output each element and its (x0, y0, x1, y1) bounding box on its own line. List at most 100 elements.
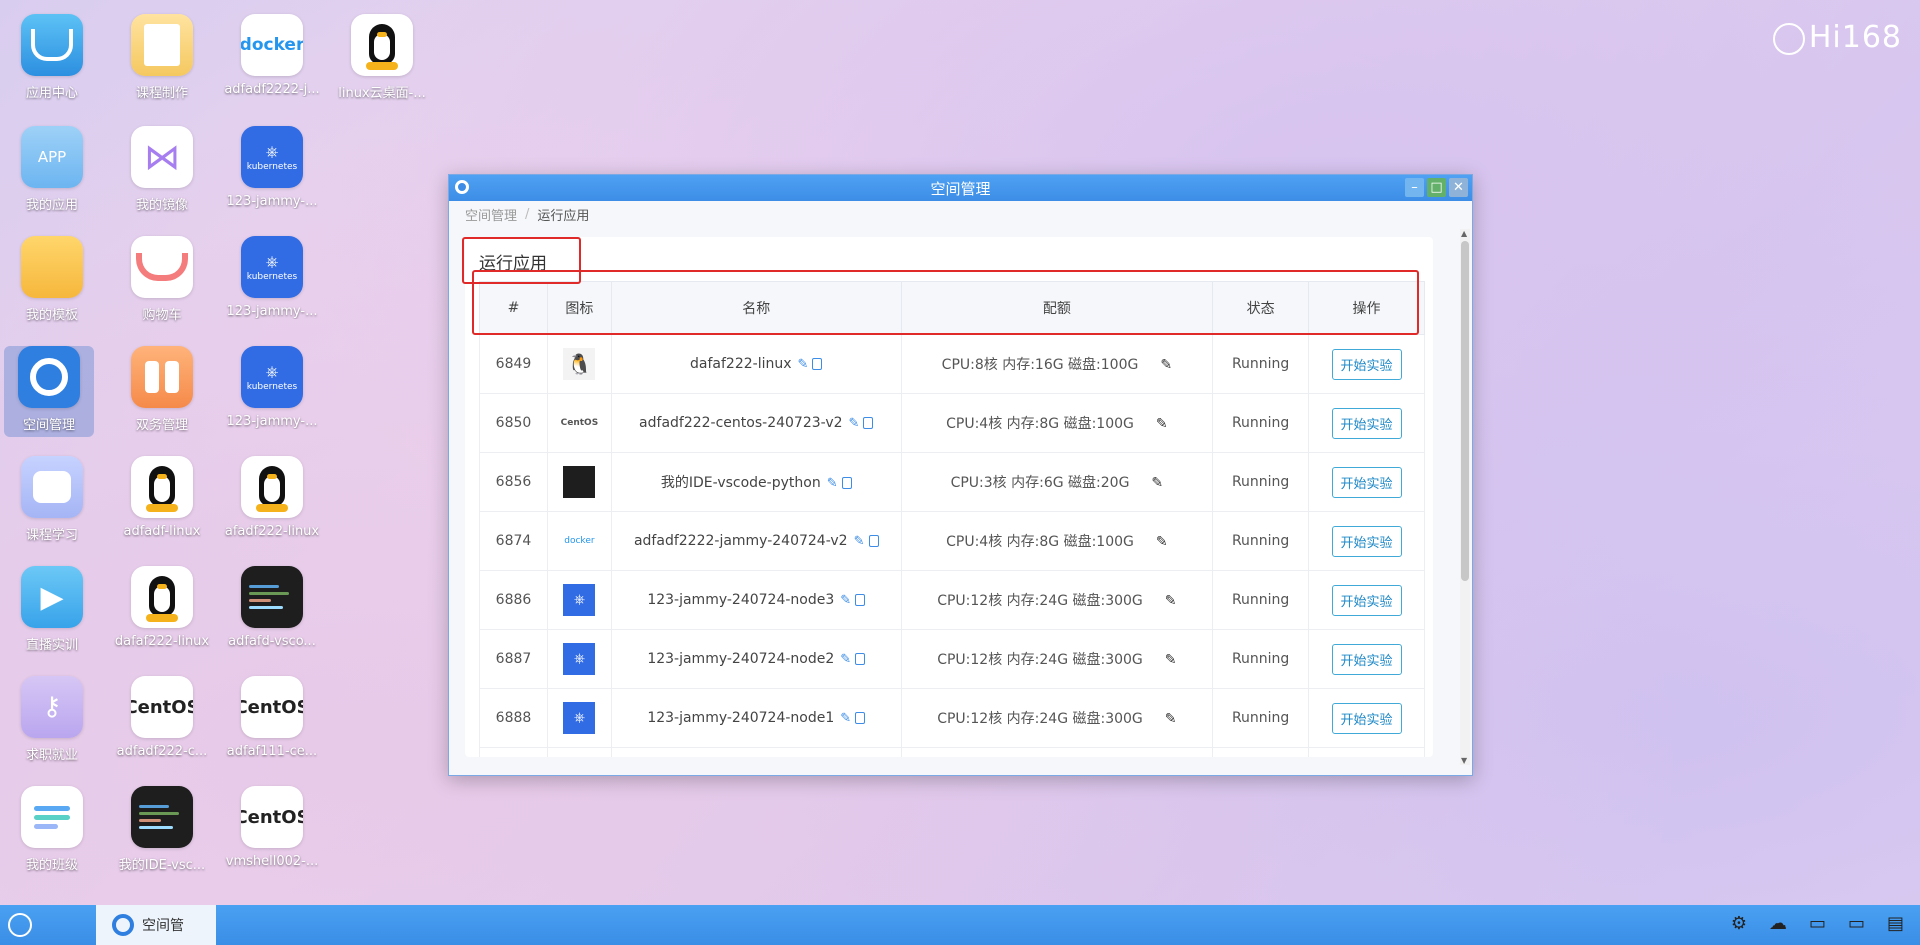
start-experiment-button[interactable]: 开始实验 (1331, 466, 1402, 498)
edit-quota-icon[interactable]: ✎ (1151, 475, 1163, 491)
start-experiment-button[interactable]: 开始实验 (1331, 407, 1402, 439)
desktop-icon-job-hunting[interactable]: ⚷ 求职就业 (0, 676, 104, 763)
desktop-icon-app-center[interactable]: 应用中心 (0, 14, 104, 101)
desktop-icon-my-images[interactable]: ⋈ 我的镜像 (110, 126, 214, 213)
edit-name-icon[interactable]: ✎ (840, 593, 851, 608)
row-id: 6856 (479, 452, 548, 512)
edit-quota-icon[interactable]: ✎ (1156, 416, 1168, 432)
copy-icon[interactable] (855, 712, 866, 724)
tux-icon (131, 566, 193, 628)
row-name: adfadf222-centos-240723-v2 (639, 415, 843, 431)
window-titlebar[interactable]: 空间管理 – □ ✕ (449, 175, 1472, 201)
taskbar-item-space-management[interactable]: 空间管 (96, 905, 216, 945)
edit-quota-icon[interactable]: ✎ (1156, 534, 1168, 550)
scrollbar-thumb[interactable] (1461, 241, 1469, 581)
desktop-icon-afadf222-linux[interactable]: afadf222-linux (220, 456, 324, 539)
row-name-cell: dafaf222-linux ✎ (610, 334, 902, 394)
breadcrumb-root[interactable]: 空间管理 (465, 205, 517, 224)
desktop-icon-123-jammy-b[interactable]: ⎈ kubernetes 123-jammy-... (220, 236, 324, 319)
row-action-cell: 开始实验 (1308, 334, 1425, 394)
row-status: Running (1212, 393, 1310, 453)
start-experiment-button[interactable]: 开始实验 (1331, 702, 1402, 734)
row-icon: 🐧 (546, 747, 612, 757)
space-management-window: 空间管理 – □ ✕ 空间管理 / 运行应用 运行应用 # 图标 名称 配额 状… (448, 174, 1473, 776)
edit-quota-icon[interactable]: ✎ (1160, 357, 1172, 373)
desktop-icon-my-ide-vscode[interactable]: 我的IDE-vsc... (110, 786, 214, 873)
docker-icon: docker (564, 536, 595, 546)
desktop-icon-live-training[interactable]: ▶ 直播实训 (0, 566, 104, 653)
kubernetes-icon: ⎈ (549, 702, 610, 734)
desktop-icon-vmshell002[interactable]: CentOS vmshell002-... (220, 786, 324, 869)
docker-icon: docker (241, 14, 303, 76)
desktop-icon-course-making[interactable]: 课程制作 (110, 14, 214, 101)
edit-name-icon[interactable]: ✎ (840, 652, 851, 667)
copy-icon[interactable] (841, 477, 852, 489)
desktop-icon-adfadf2222-docker[interactable]: docker adfadf2222-j... (220, 14, 324, 97)
minimize-button[interactable]: – (1405, 178, 1424, 197)
pause-icon (131, 346, 193, 408)
notification-icon[interactable]: ▤ (1887, 913, 1904, 934)
row-icon: docker (546, 511, 612, 571)
row-name: adfadf2222-jammy-240724-v2 (633, 533, 848, 549)
row-status: Running (1212, 511, 1310, 571)
header-highlight-box (472, 270, 1419, 335)
desktop-icon-dual-management[interactable]: 双务管理 (110, 346, 214, 433)
desktop-icon-adfadf222-centos[interactable]: CentOS adfadf222-c... (110, 676, 214, 759)
desktop-icon-linux-cloud-desktop[interactable]: linux云桌面-... (330, 14, 434, 101)
start-experiment-button[interactable]: 开始实验 (1331, 643, 1402, 675)
edit-name-icon[interactable]: ✎ (840, 711, 851, 726)
scroll-down-icon[interactable]: ▼ (1461, 756, 1467, 765)
copy-icon[interactable] (868, 535, 879, 547)
row-quota-cell: CPU:12核 内存:24G 磁盘:300G ✎ (900, 688, 1214, 748)
row-icon: ⎈ (546, 570, 612, 630)
desktop-icon-123-jammy-a[interactable]: ⎈ kubernetes 123-jammy-... (220, 126, 324, 209)
edit-name-icon[interactable]: ✎ (854, 534, 865, 549)
desktop-icon-my-apps[interactable]: APP 我的应用 (0, 126, 104, 213)
maximize-button[interactable]: □ (1427, 178, 1446, 197)
row-action-cell: 开始实验 (1308, 511, 1425, 571)
desktop-icon-space-management[interactable]: 空间管理 (4, 346, 94, 437)
edit-name-icon[interactable]: ✎ (827, 476, 838, 491)
start-experiment-button[interactable]: 开始实验 (1331, 525, 1402, 557)
start-experiment-button[interactable]: 开始实验 (1331, 584, 1402, 616)
window-scrollbar[interactable]: ▲ ▼ (1460, 229, 1470, 765)
row-quota-cell: CPU:8核 内存:16G 磁盘:100G ✎ (900, 334, 1214, 394)
notebook-icon (131, 14, 193, 76)
edit-quota-icon[interactable]: ✎ (1165, 711, 1177, 727)
desktop-icon-123-jammy-c[interactable]: ⎈ kubernetes 123-jammy-... (220, 346, 324, 429)
table-row: 6856 我的IDE-vscode-python ✎ CPU:3核 内存:6G 磁盘:… (479, 452, 1425, 512)
desktop-icon-my-class[interactable]: 我的班级 (0, 786, 104, 873)
edit-quota-icon[interactable]: ✎ (1165, 652, 1177, 668)
desktop-icon-course-study[interactable]: 课程学习 (0, 456, 104, 543)
edit-name-icon[interactable]: ✎ (798, 357, 809, 372)
copy-icon[interactable] (855, 594, 866, 606)
scroll-up-icon[interactable]: ▲ (1461, 229, 1467, 238)
chat-icon[interactable]: ▭ (1809, 913, 1826, 934)
desktop-icon-adfadf-linux[interactable]: adfadf-linux (110, 456, 214, 539)
running-apps-table: # 图标 名称 配额 状态 操作 6849 🐧 dafaf222-linux ✎ CPU… (479, 281, 1425, 757)
edit-quota-icon[interactable]: ✎ (1165, 593, 1177, 609)
row-id: 6886 (479, 570, 548, 630)
wechat-icon[interactable]: ☁ (1769, 913, 1787, 934)
close-button[interactable]: ✕ (1449, 178, 1468, 197)
space-management-icon (18, 346, 80, 408)
start-experiment-button[interactable]: 开始实验 (1331, 348, 1402, 380)
row-icon (546, 452, 612, 512)
edit-name-icon[interactable]: ✎ (849, 416, 860, 431)
copy-icon[interactable] (863, 417, 874, 429)
row-quota: CPU:4核 内存:8G 磁盘:100G (946, 416, 1134, 432)
row-quota: CPU:3核 内存:6G 磁盘:20G (950, 475, 1130, 491)
start-button-icon[interactable] (8, 913, 32, 937)
desktop-icon-my-templates[interactable]: 我的模板 (0, 236, 104, 323)
table-row: 6886 ⎈ 123-jammy-240724-node3 ✎ CPU:12核 内存:2… (479, 570, 1425, 630)
copy-icon[interactable] (855, 653, 866, 665)
desktop-icon-adfafd-vscode[interactable]: adfafd-vsco... (220, 566, 324, 649)
desktop-icon-cart[interactable]: 购物车 (110, 236, 214, 323)
desktop-icon-adfaf111-centos[interactable]: CentOS adfaf111-ce... (220, 676, 324, 759)
row-name-cell: 123-jammy-240724-node2 ✎ (610, 629, 902, 689)
gear-icon[interactable]: ⚙ (1731, 913, 1747, 934)
desktop-icon-dafaf222-linux[interactable]: dafaf222-linux (110, 566, 214, 649)
cart-icon (131, 236, 193, 298)
copy-icon[interactable] (812, 358, 823, 370)
monitor-icon[interactable]: ▭ (1848, 913, 1865, 934)
